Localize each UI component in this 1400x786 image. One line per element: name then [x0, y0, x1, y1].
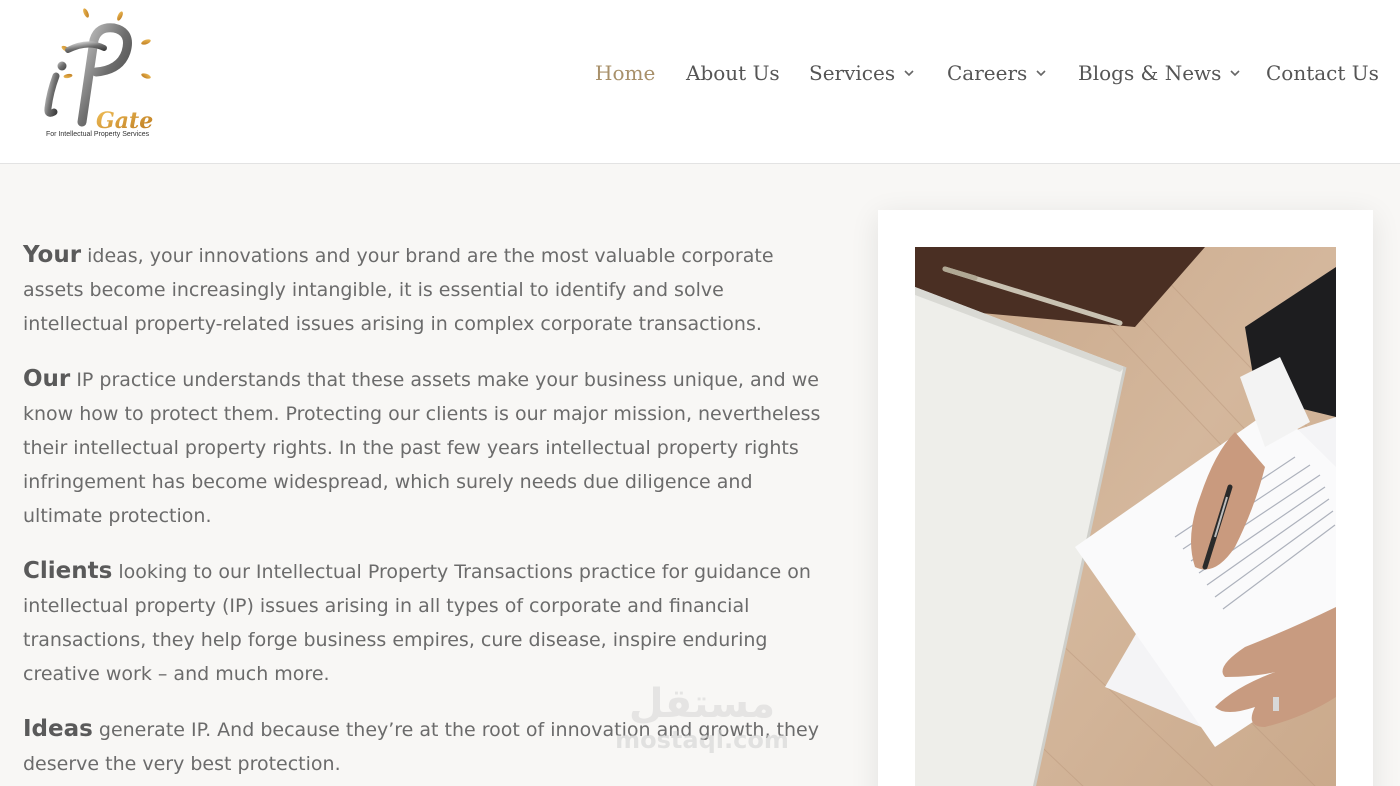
watermark: مستقل mostaql.com [612, 682, 792, 754]
site-header: Gate For Intellectual Property Services … [0, 0, 1400, 164]
nav-item-home[interactable]: Home [595, 58, 655, 88]
nav-label: Home [595, 61, 656, 85]
logo-tagline: For Intellectual Property Services [46, 131, 150, 138]
signing-document-photo [915, 247, 1336, 786]
watermark-latin: mostaql.com [615, 726, 789, 754]
paragraph-lead: Clients [23, 558, 113, 584]
nav-item-about-us[interactable]: About Us [686, 58, 780, 88]
paragraph-lead: Ideas [23, 716, 93, 742]
nav-label: Blogs & News [1078, 61, 1222, 85]
nav-label: Services [809, 61, 896, 85]
image-card [878, 210, 1373, 786]
photo-illustration [915, 247, 1336, 786]
logo-graphic: Gate [44, 8, 153, 134]
chevron-down-icon [1230, 70, 1241, 77]
nav-item-blogs-news[interactable]: Blogs & News [1078, 58, 1241, 88]
paragraph-text: ideas, your innovations and your brand a… [23, 245, 774, 335]
chevron-down-icon [1036, 70, 1046, 77]
paragraph-our: Our IP practice understands that these a… [23, 362, 823, 533]
nav-label: Careers [947, 61, 1028, 85]
nav-item-services[interactable]: Services [809, 58, 915, 88]
paragraph-lead: Your [23, 242, 82, 268]
nav-item-contact-us[interactable]: Contact Us [1266, 58, 1379, 88]
watermark-arabic: مستقل [628, 681, 776, 727]
paragraph-your: Your ideas, your innovations and your br… [23, 238, 823, 341]
chevron-down-icon [904, 70, 914, 77]
nav-label: Contact Us [1266, 61, 1379, 85]
paragraph-text: IP practice understands that these asset… [23, 369, 821, 527]
paragraph-lead: Our [23, 366, 71, 392]
site-logo[interactable]: Gate [38, 4, 162, 144]
paragraph-text: looking to our Intellectual Property Tra… [23, 561, 811, 685]
paragraph-clients: Clients looking to our Intellectual Prop… [23, 554, 823, 691]
nav-item-careers[interactable]: Careers [947, 58, 1047, 88]
nav-label: About Us [686, 61, 780, 85]
